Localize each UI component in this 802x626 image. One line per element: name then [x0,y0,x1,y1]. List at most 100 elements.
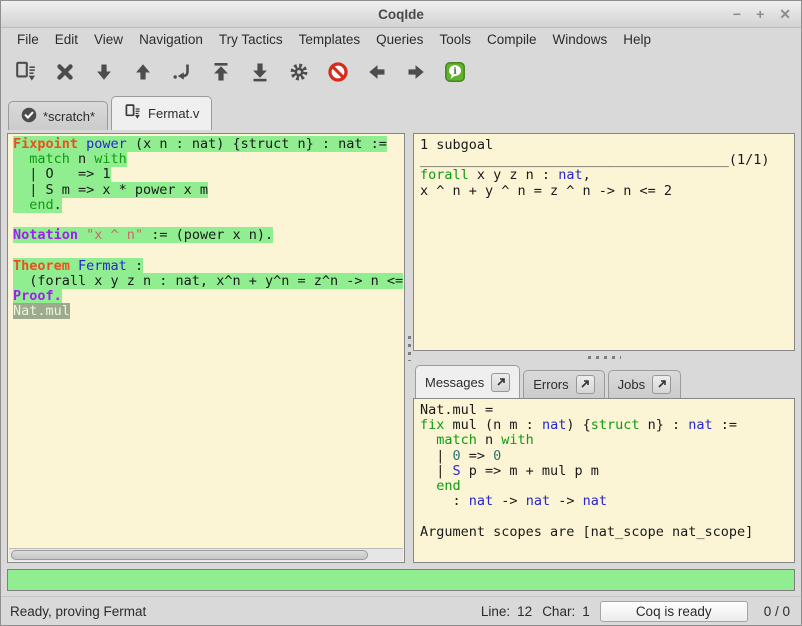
menu-help[interactable]: Help [615,30,659,49]
code-line: Argument scopes are [nat_scope nat_scope… [420,525,788,540]
save-button[interactable] [13,58,39,86]
menu-templates[interactable]: Templates [291,30,369,49]
messages-pane[interactable]: Nat.mul =fix mul (n m : nat) {struct n} … [413,398,795,563]
vertical-splitter[interactable] [405,133,413,563]
code-line: end [420,479,788,494]
tab-messages[interactable]: Messages [415,365,520,398]
splitter-grip-icon [408,336,411,361]
right-column: 1 subgoal_______________________________… [413,133,795,563]
hscrollbar-thumb[interactable] [11,550,368,560]
toolbar: i [1,51,801,93]
close-icon [53,60,77,84]
progress-bar-area [1,565,801,596]
progress-ratio: 0 / 0 [764,604,790,619]
tab-scratch[interactable]: *scratch* [8,101,108,130]
step-backward-button[interactable] [130,58,156,86]
code-line: fix mul (n m : nat) {struct n} : nat := [420,418,788,433]
code-line [13,243,404,258]
compile-button[interactable] [286,58,312,86]
menu-try-tactics[interactable]: Try Tactics [211,30,291,49]
feedback-notebook: Messages Errors Jobs Nat.mul =fix mul (n… [413,364,795,563]
goto-cursor-button[interactable] [169,58,195,86]
tab-errors[interactable]: Errors [523,370,604,398]
about-button[interactable]: i [442,58,468,86]
code-line: Notation "x ^ n" := (power x n). [13,228,404,243]
close-button[interactable]: ✕ [779,7,791,21]
code-line: | O => 1 [13,167,404,182]
menu-tools[interactable]: Tools [431,30,479,49]
tab-label: Fermat.v [148,106,199,121]
menu-compile[interactable]: Compile [479,30,545,49]
menu-edit[interactable]: Edit [47,30,86,49]
about-info-icon: i [443,60,467,84]
code-line: Nat.mul = [420,403,788,418]
splitter-grip-icon [588,356,621,359]
code-line [420,509,788,524]
code-line: x ^ n + y ^ n = z ^ n -> n <= 2 [420,184,788,199]
goto-end-icon [248,60,272,84]
feedback-tabbar: Messages Errors Jobs [413,364,795,398]
tab-fermat[interactable]: Fermat.v [111,96,212,130]
code-line: ______________________________________(1… [420,153,788,168]
menu-view[interactable]: View [86,30,131,49]
code-line: (forall x y z n : nat, x^n + y^n = z^n -… [13,274,404,289]
code-line: end. [13,198,404,213]
svg-text:i: i [453,66,457,77]
next-arrow-icon [404,60,428,84]
editor-hscrollbar[interactable] [9,548,403,561]
horizontal-splitter[interactable] [413,351,795,364]
next-button[interactable] [403,58,429,86]
code-line: : nat -> nat -> nat [420,494,788,509]
step-forward-button[interactable] [91,58,117,86]
code-line [13,213,404,228]
menu-queries[interactable]: Queries [368,30,431,49]
detach-messages-button[interactable] [491,373,510,392]
code-line: | S p => m + mul p m [420,464,788,479]
detach-errors-button[interactable] [576,375,595,394]
menu-windows[interactable]: Windows [544,30,615,49]
goto-end-button[interactable] [247,58,273,86]
line-value: 12 [517,604,532,619]
script-editor[interactable]: Fixpoint power (x n : nat) {struct n} : … [7,133,405,563]
coq-state-button[interactable]: Coq is ready [600,601,748,622]
document-save-icon [124,103,142,124]
messages-code: Nat.mul =fix mul (n m : nat) {struct n} … [420,403,788,540]
menu-file[interactable]: File [9,30,47,49]
maximize-button[interactable]: + [756,7,764,21]
step-forward-icon [92,60,116,84]
window-controls: − + ✕ [733,1,791,27]
restart-icon [209,60,233,84]
tab-label: Messages [425,375,484,390]
detach-arrow-icon [580,377,590,392]
script-code: Fixpoint power (x n : nat) {struct n} : … [13,137,404,319]
code-line: Fixpoint power (x n : nat) {struct n} : … [13,137,404,152]
code-line: | S m => x * power x m [13,183,404,198]
char-label: Char: [542,604,575,619]
titlebar: CoqIde − + ✕ [1,1,801,28]
statusbar: Ready, proving Fermat Line: 12 Char: 1 C… [1,596,801,625]
status-message: Ready, proving Fermat [10,604,471,619]
detach-jobs-button[interactable] [652,375,671,394]
menu-navigation[interactable]: Navigation [131,30,211,49]
interrupt-button[interactable] [325,58,351,86]
goals-pane[interactable]: 1 subgoal_______________________________… [413,133,795,351]
code-line: match n with [420,433,788,448]
detach-arrow-icon [496,375,506,390]
buffer-tabbar: *scratch* Fermat.v [1,93,801,130]
check-circle-icon [21,107,37,126]
detach-arrow-icon [657,377,667,392]
code-line: match n with [13,152,404,167]
minimize-button[interactable]: − [733,7,741,21]
interrupt-stop-icon [326,60,350,84]
previous-button[interactable] [364,58,390,86]
main-area: Fixpoint power (x n : nat) {struct n} : … [1,130,801,565]
menubar: File Edit View Navigation Try Tactics Te… [1,28,801,51]
compile-gear-icon [287,60,311,84]
close-buffer-button[interactable] [52,58,78,86]
goals-code: 1 subgoal_______________________________… [420,138,788,199]
progress-bar [7,569,795,591]
tab-label: *scratch* [43,109,95,124]
tab-jobs[interactable]: Jobs [608,370,681,398]
restart-button[interactable] [208,58,234,86]
goto-cursor-icon [170,60,194,84]
